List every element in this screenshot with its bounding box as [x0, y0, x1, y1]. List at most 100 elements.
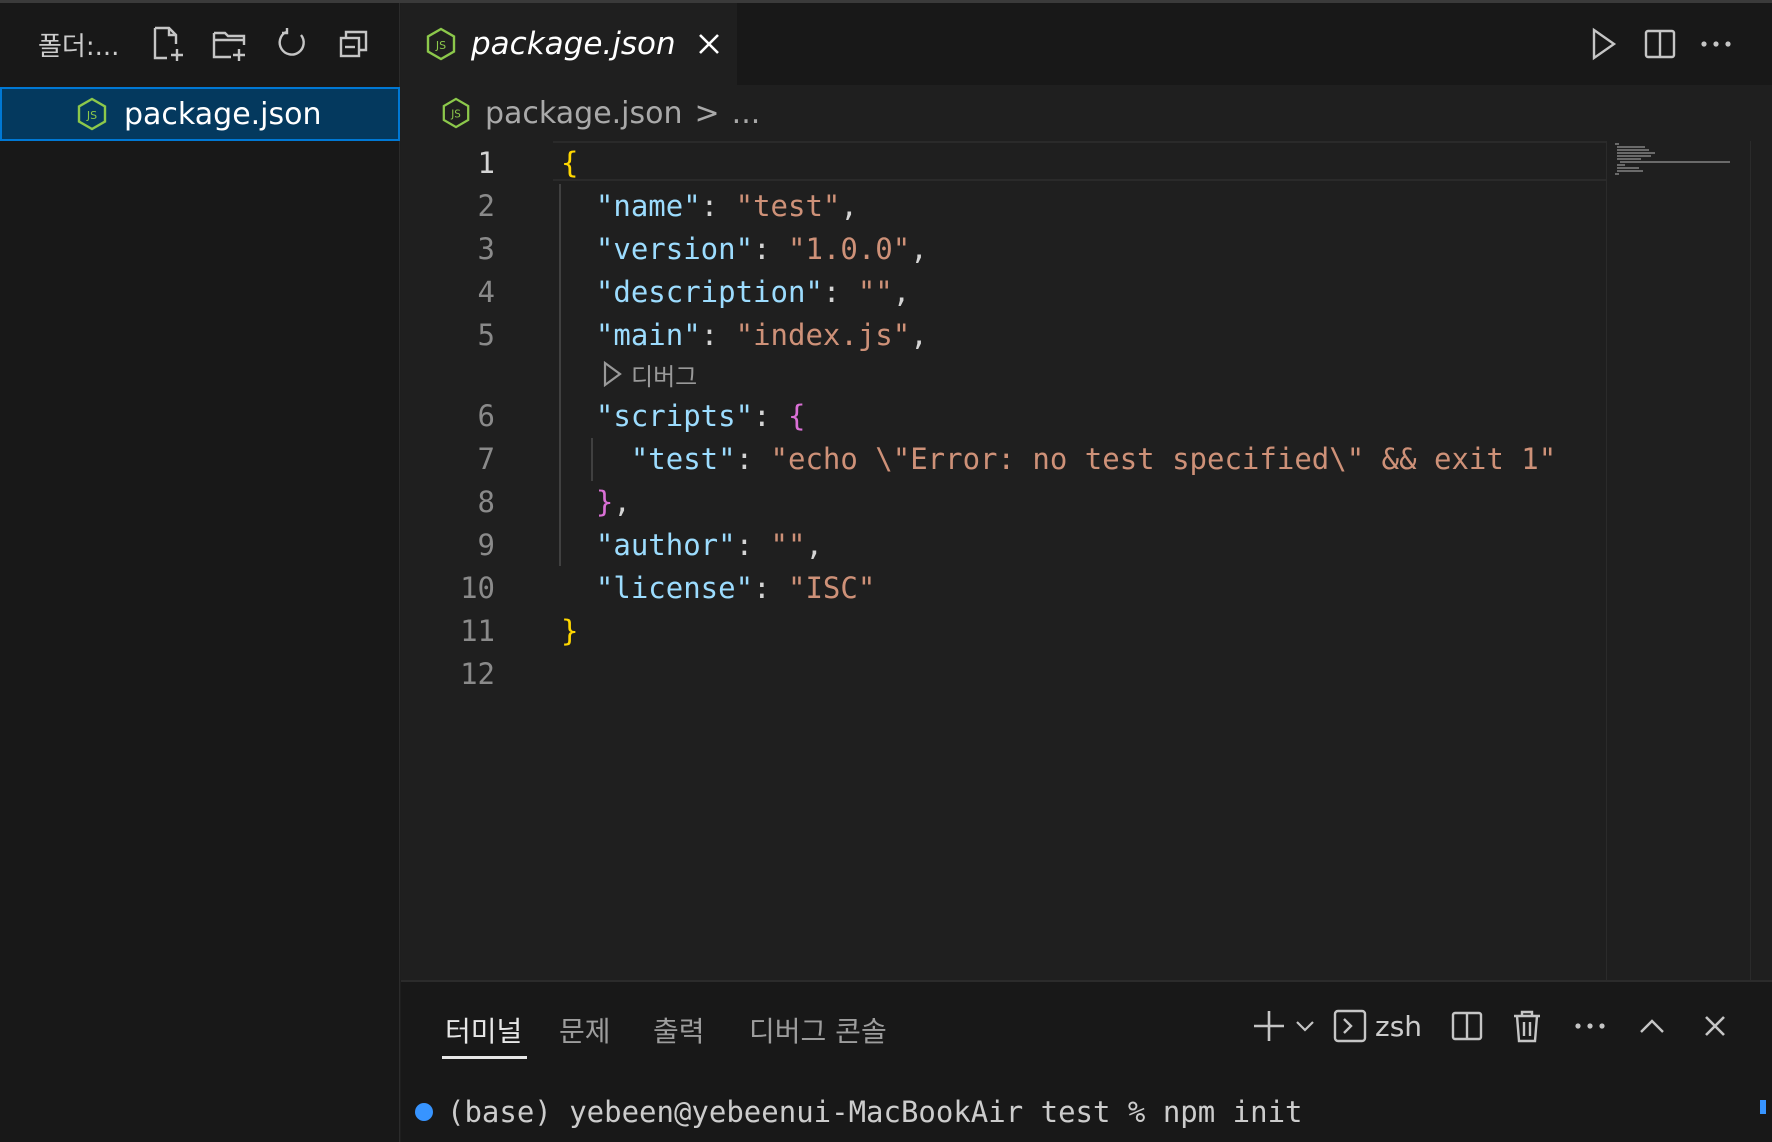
dropdown-icon[interactable] — [1293, 1002, 1317, 1050]
code-line[interactable]: 4 "description": "", — [401, 270, 1606, 313]
code-line[interactable]: 2 "name": "test", — [401, 184, 1606, 227]
code-token: : — [822, 274, 858, 309]
tab-problems[interactable]: 문제 — [559, 1010, 611, 1050]
code-token: "scripts" — [595, 398, 754, 433]
code-token: "license" — [595, 570, 754, 605]
more-icon[interactable] — [1689, 17, 1743, 71]
code-line[interactable]: 10 "license": "ISC" — [401, 566, 1606, 609]
code-text: "description": "", — [561, 275, 910, 309]
code-token: : — [700, 188, 736, 223]
explorer-header: 폴더:... — [0, 3, 400, 85]
line-number: 2 — [477, 188, 495, 223]
code-token: : — [753, 570, 788, 605]
code-token: "description" — [595, 274, 823, 309]
code-line[interactable]: 5 "main": "index.js", — [401, 313, 1606, 356]
trash-icon[interactable] — [1505, 1002, 1549, 1050]
tab-output[interactable]: 출력 — [653, 1010, 705, 1050]
current-line-highlight — [553, 141, 1606, 181]
code-token: , — [910, 317, 928, 352]
tab-label: package.json — [471, 26, 676, 62]
code-token: : — [753, 398, 788, 433]
terminal-text: (base) yebeen@yebeenui-MacBookAir test %… — [447, 1095, 1303, 1129]
code-text: "scripts": { — [561, 398, 806, 433]
code-token: , — [892, 274, 911, 309]
split-terminal-icon[interactable] — [1445, 1002, 1489, 1050]
code-token: } — [561, 613, 579, 648]
terminal-name: zsh — [1375, 1009, 1423, 1043]
code-token: "name" — [595, 188, 701, 223]
tab-debug-console[interactable]: 디버그 콘솔 — [749, 1010, 887, 1050]
code-line[interactable]: 7 "test": "echo \"Error: no test specifi… — [401, 437, 1606, 480]
new-file-icon[interactable] — [137, 14, 199, 74]
scrollbar-marker — [1760, 1100, 1766, 1114]
line-number: 11 — [460, 613, 495, 648]
more-icon[interactable] — [1568, 1002, 1612, 1050]
breadcrumb-more[interactable]: ... — [732, 96, 761, 131]
code-text: "license": "ISC" — [561, 571, 875, 605]
code-token: "test" — [630, 441, 736, 476]
code-line[interactable]: 9 "author": "", — [401, 523, 1606, 566]
code-token: , — [910, 231, 928, 266]
code-line[interactable]: 1{ — [401, 141, 1606, 184]
line-number: 12 — [460, 656, 495, 691]
code-token: : — [700, 317, 736, 352]
tab-package-json[interactable]: JS package.json — [401, 3, 737, 85]
code-text: "name": "test", — [561, 189, 858, 223]
codelens-label: 디버그 — [631, 362, 698, 391]
nodejs-icon: JS — [426, 27, 456, 61]
refresh-icon[interactable] — [261, 14, 323, 74]
code-token: , — [805, 527, 823, 562]
code-line[interactable]: 12 — [401, 652, 1606, 695]
command-decoration-icon[interactable] — [415, 1103, 433, 1121]
code-line[interactable]: 8 }, — [401, 480, 1606, 523]
nodejs-icon: JS — [442, 97, 470, 129]
active-tab-indicator — [442, 1056, 527, 1059]
add-icon[interactable] — [1247, 1002, 1291, 1050]
code-token: "" — [770, 527, 806, 562]
terminal-line[interactable]: (base) yebeen@yebeenui-MacBookAir test %… — [415, 1095, 1303, 1129]
file-item-package-json[interactable]: JS package.json — [0, 87, 400, 141]
code-token: , — [613, 484, 631, 519]
minimap[interactable] — [1606, 141, 1750, 980]
code-token: { — [561, 145, 579, 180]
code-text: "author": "", — [561, 528, 823, 562]
code-token: { — [787, 398, 806, 433]
split-editor-icon[interactable] — [1633, 17, 1687, 71]
code-text: }, — [561, 485, 631, 519]
editor-tab-bar: JS package.json — [401, 3, 1772, 85]
debug-codelens[interactable]: 디버그 — [601, 354, 697, 394]
svg-text:JS: JS — [435, 39, 446, 52]
close-icon[interactable] — [1693, 1002, 1737, 1050]
code-token: "main" — [595, 317, 701, 352]
code-token: "index.js" — [735, 317, 911, 352]
editor-scrollbar[interactable] — [1750, 141, 1772, 980]
terminal-selector[interactable]: zsh — [1333, 1002, 1427, 1050]
code-line[interactable]: 3 "version": "1.0.0", — [401, 227, 1606, 270]
maximize-icon[interactable] — [1630, 1002, 1674, 1050]
code-editor[interactable]: 1{2 "name": "test", 3 "version": "1.0.0",… — [401, 141, 1606, 980]
new-folder-icon[interactable] — [199, 14, 261, 74]
code-token: "echo \"Error: no test specified\" && ex… — [770, 441, 1557, 476]
explorer-sidebar: 폴더:... JS package.json — [0, 3, 400, 1142]
code-token: : — [735, 441, 771, 476]
breadcrumb-file[interactable]: package.json — [485, 96, 683, 131]
code-token: "1.0.0" — [787, 231, 911, 266]
line-number: 8 — [477, 484, 495, 519]
code-token: "test" — [735, 188, 841, 223]
svg-text:JS: JS — [450, 109, 461, 121]
code-line[interactable]: 6 "scripts": { — [401, 394, 1606, 437]
line-number: 6 — [477, 398, 495, 433]
tab-terminal[interactable]: 터미널 — [445, 1010, 522, 1050]
run-icon[interactable] — [1576, 17, 1630, 71]
collapse-all-icon[interactable] — [323, 14, 385, 74]
line-number: 9 — [477, 527, 495, 562]
close-tab-icon[interactable] — [696, 31, 722, 57]
code-line[interactable]: 11} — [401, 609, 1606, 652]
code-token: "ISC" — [787, 570, 876, 605]
